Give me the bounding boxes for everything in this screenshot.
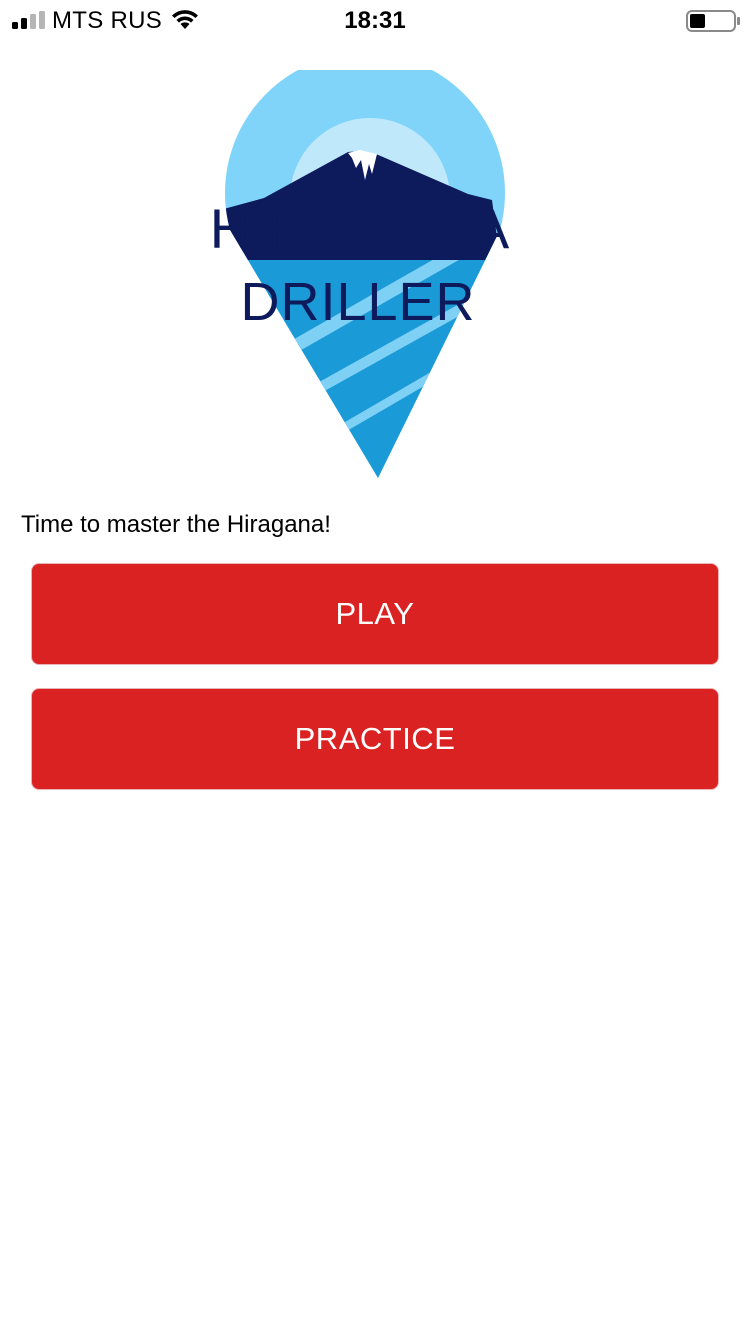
battery-icon — [686, 10, 740, 32]
logo-title-line2: DRILLER — [240, 272, 475, 332]
tagline-text: Time to master the Hiragana! — [21, 511, 331, 538]
status-time: 18:31 — [344, 7, 406, 34]
status-bar: MTS RUS 18:31 — [0, 0, 750, 40]
practice-button[interactable]: PRACTICE — [31, 688, 719, 790]
hiragana-driller-logo: HIRAGANA DRILLER — [210, 70, 511, 478]
logo-title-line1: HIRAGANA — [210, 197, 511, 260]
home-screen: MTS RUS 18:31 HIRAGANA DRILLER Time to m… — [0, 0, 750, 1334]
play-button[interactable]: PLAY — [31, 563, 719, 665]
